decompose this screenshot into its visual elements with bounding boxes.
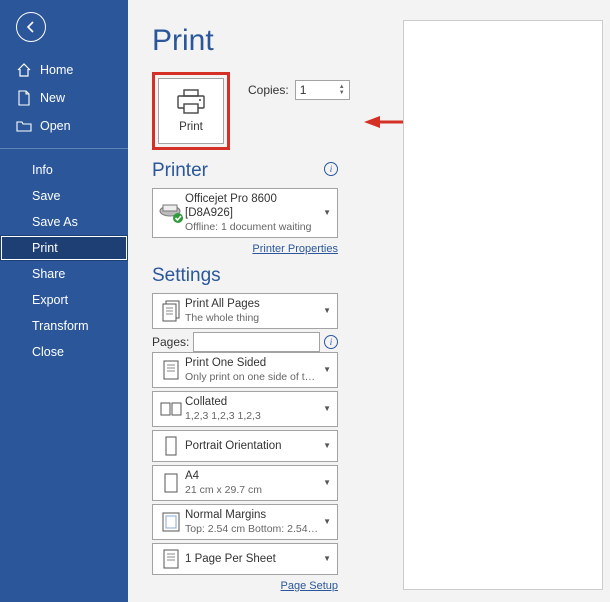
sidebar-item-transform[interactable]: Transform [0, 313, 128, 339]
open-folder-icon [16, 118, 32, 134]
sidebar-item-home[interactable]: Home [0, 56, 128, 84]
printer-select[interactable]: Officejet Pro 8600 [D8A926] Offline: 1 d… [152, 188, 338, 238]
printer-status: Offline: 1 document waiting [185, 221, 319, 234]
setting-margins[interactable]: Normal Margins Top: 2.54 cm Bottom: 2.54… [152, 504, 338, 540]
setting-title: Collated [185, 395, 319, 409]
setting-sub: 21 cm x 29.7 cm [185, 484, 319, 497]
pages-input[interactable] [193, 332, 320, 352]
sidebar-label: Open [40, 119, 71, 133]
setting-sub: The whole thing [185, 312, 319, 325]
copies-label: Copies: [248, 83, 289, 97]
sidebar-separator [0, 148, 128, 149]
chevron-down-icon: ▼ [319, 365, 333, 374]
one-sided-icon [160, 358, 182, 382]
print-preview-pane [403, 20, 603, 590]
setting-sub: Only print on one side of th… [185, 371, 319, 384]
chevron-down-icon: ▼ [319, 441, 333, 450]
chevron-down-icon: ▼ [319, 306, 333, 315]
chevron-down-icon: ▼ [319, 517, 333, 526]
sidebar-label: Save As [32, 215, 78, 229]
printer-icon [176, 89, 206, 115]
setting-title: Normal Margins [185, 508, 319, 522]
chevron-down-icon: ▼ [319, 208, 333, 217]
printer-properties-link[interactable]: Printer Properties [252, 243, 338, 255]
sidebar-item-open[interactable]: Open [0, 112, 128, 140]
portrait-icon [162, 435, 180, 457]
setting-sub: 1,2,3 1,2,3 1,2,3 [185, 410, 319, 423]
pages-label: Pages: [152, 335, 189, 349]
sidebar-item-share[interactable]: Share [0, 261, 128, 287]
info-icon[interactable]: i [324, 335, 338, 349]
page-setup-link[interactable]: Page Setup [281, 580, 339, 592]
sidebar-label: Print [32, 241, 58, 255]
sidebar-label: Export [32, 293, 68, 307]
sidebar-label: Home [40, 63, 73, 77]
print-button[interactable]: Print [158, 78, 224, 144]
sidebar-item-save-as[interactable]: Save As [0, 209, 128, 235]
backstage-sidebar: Home New Open Info Save Save As Print Sh… [0, 0, 128, 602]
sidebar-label: Save [32, 189, 61, 203]
margins-icon [161, 511, 181, 533]
spinner-buttons[interactable]: ▲▼ [339, 84, 345, 96]
setting-pages-per-sheet[interactable]: 1 Page Per Sheet ▼ [152, 543, 338, 575]
setting-title: 1 Page Per Sheet [185, 552, 319, 566]
pages-icon [160, 299, 182, 323]
page-per-sheet-icon [161, 548, 181, 570]
paper-size-icon [162, 472, 180, 494]
setting-title: A4 [185, 469, 319, 483]
setting-collation[interactable]: Collated 1,2,3 1,2,3 1,2,3 ▼ [152, 391, 338, 427]
sidebar-item-info[interactable]: Info [0, 157, 128, 183]
sidebar-item-save[interactable]: Save [0, 183, 128, 209]
chevron-down-icon: ▼ [319, 478, 333, 487]
home-icon [16, 62, 32, 78]
print-button-label: Print [179, 121, 203, 133]
setting-title: Portrait Orientation [185, 439, 319, 453]
sidebar-item-print[interactable]: Print [0, 235, 128, 261]
sidebar-label: Close [32, 345, 64, 359]
collated-icon [159, 399, 183, 419]
setting-sub: Top: 2.54 cm Bottom: 2.54 c… [185, 523, 319, 536]
setting-paper-size[interactable]: A4 21 cm x 29.7 cm ▼ [152, 465, 338, 501]
sidebar-label: Share [32, 267, 65, 281]
info-icon[interactable]: i [324, 162, 338, 176]
setting-title: Print All Pages [185, 297, 319, 311]
setting-orientation[interactable]: Portrait Orientation ▼ [152, 430, 338, 462]
annotation-highlight-box: Print [152, 72, 230, 150]
printer-status-icon [158, 202, 184, 224]
sidebar-label: Transform [32, 319, 89, 333]
setting-print-range[interactable]: Print All Pages The whole thing ▼ [152, 293, 338, 329]
sidebar-item-new[interactable]: New [0, 84, 128, 112]
printer-heading: Printer [152, 160, 208, 182]
sidebar-item-close[interactable]: Close [0, 339, 128, 365]
sidebar-item-export[interactable]: Export [0, 287, 128, 313]
chevron-down-icon: ▼ [319, 554, 333, 563]
setting-title: Print One Sided [185, 356, 319, 370]
printer-name: Officejet Pro 8600 [D8A926] [185, 192, 319, 221]
copies-value: 1 [300, 83, 307, 97]
sidebar-label: Info [32, 163, 53, 177]
copies-spinner[interactable]: 1 ▲▼ [295, 80, 350, 100]
setting-sides[interactable]: Print One Sided Only print on one side o… [152, 352, 338, 388]
sidebar-label: New [40, 91, 65, 105]
new-doc-icon [16, 90, 32, 106]
back-arrow-icon [24, 20, 38, 34]
chevron-down-icon: ▼ [319, 404, 333, 413]
back-button[interactable] [16, 12, 46, 42]
